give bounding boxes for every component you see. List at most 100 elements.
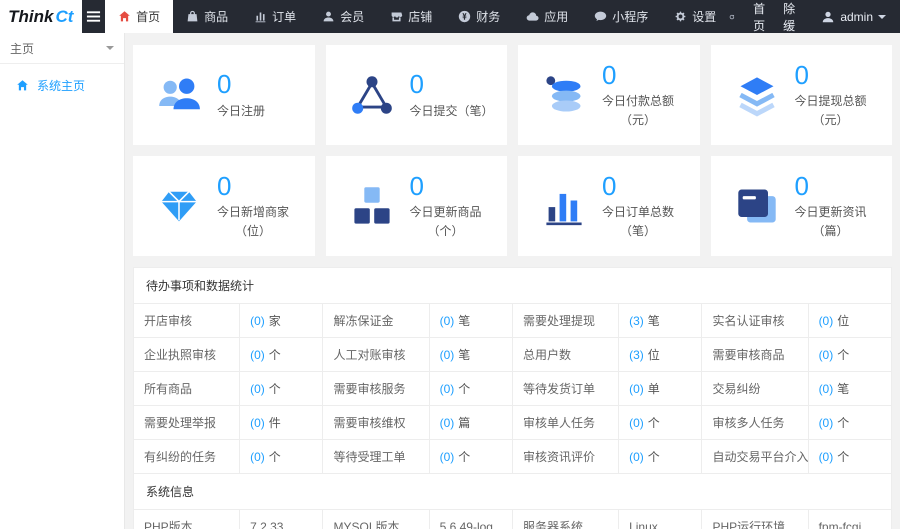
todo-label: 需要审核商品	[702, 338, 808, 372]
todo-count-link[interactable]: (0)	[629, 416, 644, 430]
stat-unit: （位）	[217, 222, 289, 239]
todo-unit: 个	[648, 450, 660, 464]
todo-label: 需要审核服务	[323, 372, 429, 406]
stat-label: 今日付款总额	[602, 92, 674, 109]
system-info-value: fpm-fcgi	[808, 510, 891, 529]
todo-count-link[interactable]: (0)	[629, 382, 644, 396]
todo-label: 所有商品	[134, 372, 240, 406]
todo-value-cell: (0) 个	[240, 440, 323, 474]
todo-value-cell: (0)笔	[429, 304, 512, 338]
todo-value-cell: (0)件	[240, 406, 323, 440]
todo-count-link[interactable]: (0)	[819, 416, 834, 430]
todo-count-link[interactable]: (0)	[250, 416, 265, 430]
system-info-row: PHP版本7.2.33MYSQL版本5.6.49-log服务器系统LinuxPH…	[134, 510, 892, 529]
module-select-value: 主页	[10, 40, 34, 57]
nav-item-finance[interactable]: 财务	[445, 0, 513, 33]
stat-text: 0今日更新商品（个）	[410, 173, 482, 239]
todo-label: 需要审核维权	[323, 406, 429, 440]
todo-unit: 位	[648, 348, 660, 362]
todo-count-link[interactable]: (0)	[819, 348, 834, 362]
todo-unit: 个	[837, 348, 849, 362]
stat-value: 0	[410, 71, 494, 98]
stat-unit: （元）	[795, 111, 867, 128]
todo-count-link[interactable]: (0)	[819, 450, 834, 464]
todo-row: 所有商品(0)个需要审核服务(0)个等待发货订单(0)单交易纠纷(0)笔	[134, 372, 892, 406]
topbar-home-link[interactable]: 首页	[753, 0, 765, 34]
todo-value-cell: (0)个	[429, 440, 512, 474]
stat-label: 今日更新商品	[410, 203, 482, 220]
admin-menu[interactable]: admin	[821, 10, 886, 24]
todo-unit: 个	[269, 348, 281, 362]
stat-value: 0	[795, 62, 867, 89]
todo-value-cell: (0)个	[619, 406, 702, 440]
home-icon	[16, 79, 29, 92]
nav-item-settings[interactable]: 设置	[661, 0, 729, 33]
stat-value: 0	[795, 173, 867, 200]
menu-toggle-icon[interactable]	[82, 0, 106, 33]
todo-count-link[interactable]: (0)	[819, 314, 834, 328]
todo-row: 需要处理举报(0)件需要审核维权(0)篇审核单人任务(0)个审核多人任务(0)个	[134, 406, 892, 440]
todo-value-cell: (0) 个	[240, 338, 323, 372]
stat-card: 0今日付款总额（元）	[518, 45, 700, 145]
todo-value-cell: (3)笔	[619, 304, 702, 338]
sidebar-item-system-home[interactable]: 系统主页	[0, 64, 124, 107]
system-info-label: PHP运行环境	[702, 510, 808, 529]
nav-item-goods[interactable]: 商品	[173, 0, 241, 33]
todo-count-link[interactable]: (0)	[440, 450, 455, 464]
todo-value-cell: (0)家	[240, 304, 323, 338]
main-content: 0今日注册0今日提交（笔）0今日付款总额（元）0今日提现总额（元）0今日新增商家…	[125, 33, 900, 529]
todo-unit: 个	[269, 450, 281, 464]
logo-text-ct: Ct	[56, 7, 74, 27]
nav-item-orders[interactable]: 订单	[241, 0, 309, 33]
todo-label: 开店审核	[134, 304, 240, 338]
stat-value: 0	[602, 173, 674, 200]
todo-count-link[interactable]: (0)	[250, 450, 265, 464]
nav-item-label: 商品	[204, 8, 228, 25]
todo-value-cell: (0)个	[808, 406, 891, 440]
todo-count-link[interactable]: (0)	[819, 382, 834, 396]
nav-item-home[interactable]: 首页	[105, 0, 173, 33]
stat-text: 0今日提交（笔）	[410, 71, 494, 118]
module-select[interactable]: 主页	[0, 33, 124, 64]
todo-unit: 笔	[458, 314, 470, 328]
finance-icon	[458, 10, 471, 23]
todo-value-cell: (0)个	[429, 372, 512, 406]
todo-count-link[interactable]: (0)	[250, 314, 265, 328]
todo-count-link[interactable]: (0)	[629, 450, 644, 464]
nav-item-members[interactable]: 会员	[309, 0, 377, 33]
network-icon	[350, 73, 394, 117]
stat-card: 0今日提现总额（元）	[711, 45, 893, 145]
todo-value-cell: (0)位	[808, 304, 891, 338]
todo-count-link[interactable]: (0)	[440, 416, 455, 430]
stat-unit: （元）	[602, 111, 674, 128]
todo-unit: 个	[837, 450, 849, 464]
app-logo[interactable]: Think Ct	[0, 0, 82, 33]
nav-item-miniapp[interactable]: 小程序	[581, 0, 661, 33]
todo-count-link[interactable]: (0)	[440, 314, 455, 328]
todo-unit: 篇	[458, 416, 470, 430]
top-nav: 首页 商品订单 会员店铺 财务应用小程序设置	[105, 0, 729, 33]
stat-text: 0今日注册	[217, 71, 265, 118]
todo-count-link[interactable]: (3)	[629, 348, 644, 362]
todo-count-link[interactable]: (3)	[629, 314, 644, 328]
system-info-label: PHP版本	[134, 510, 240, 529]
todo-count-link[interactable]: (0)	[440, 382, 455, 396]
nav-item-label: 财务	[476, 8, 500, 25]
nav-item-label: 会员	[340, 8, 364, 25]
nav-item-apps[interactable]: 应用	[513, 0, 581, 33]
boxes-icon	[350, 184, 394, 228]
todo-count-link[interactable]: (0)	[250, 348, 265, 362]
todo-label: 审核资讯评价	[512, 440, 618, 474]
system-info-value: Linux	[619, 510, 702, 529]
todo-count-link[interactable]: (0)	[250, 382, 265, 396]
refresh-icon[interactable]	[729, 10, 735, 24]
orders-icon	[254, 10, 267, 23]
todo-count-link[interactable]: (0)	[440, 348, 455, 362]
todo-value-cell: (0)个	[808, 338, 891, 372]
stat-label: 今日更新资讯	[795, 203, 867, 220]
nav-item-store[interactable]: 店铺	[377, 0, 445, 33]
todo-label: 自动交易平台介入	[702, 440, 808, 474]
dashboard-table: 待办事项和数据统计开店审核(0)家解冻保证金(0)笔需要处理提现(3)笔实名认证…	[133, 267, 892, 529]
stat-text: 0今日付款总额（元）	[602, 62, 674, 128]
todo-label: 人工对账审核	[323, 338, 429, 372]
